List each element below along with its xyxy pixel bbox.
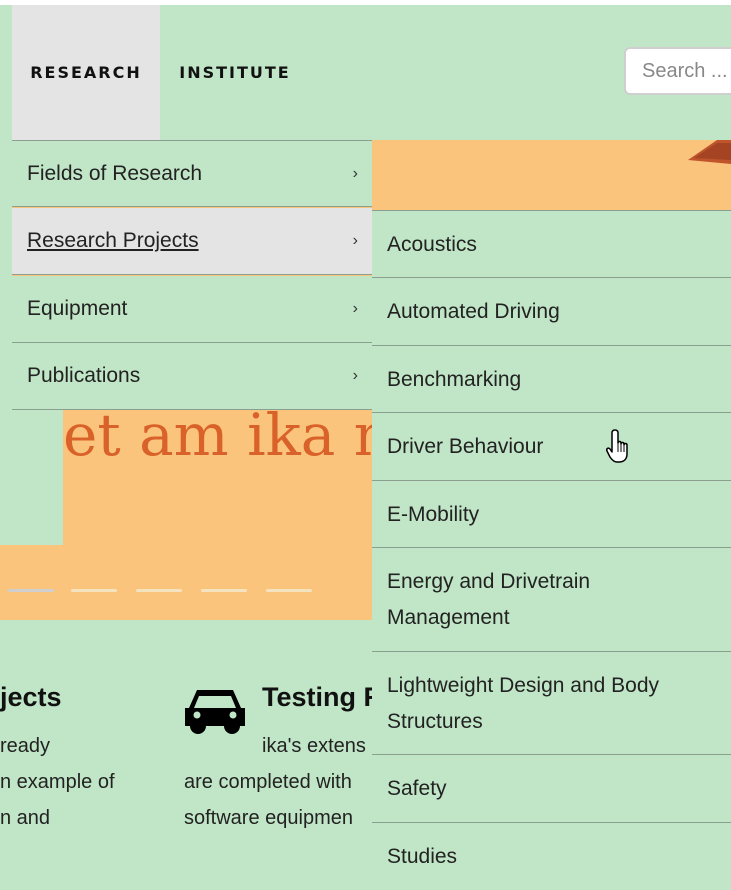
submenu-item-automated-driving[interactable]: Automated Driving: [372, 277, 731, 345]
chevron-right-icon: ›: [352, 232, 358, 249]
submenu-item-safety[interactable]: Safety: [372, 754, 731, 822]
menu-item-label: Publications: [27, 364, 141, 387]
search-input[interactable]: Search ...: [624, 47, 731, 95]
submenu-item-label: Energy and Drivetrain Management: [387, 569, 591, 629]
submenu-item-label: Lightweight Design and Body Structures: [387, 673, 660, 733]
submenu-item-energy-drivetrain[interactable]: Energy and Drivetrain Management: [372, 547, 731, 651]
hero-image-bottom: [0, 545, 372, 620]
decoration-icon: [688, 140, 731, 164]
search-placeholder: Search ...: [642, 59, 728, 82]
menu-item-equipment[interactable]: Equipment ›: [12, 276, 372, 343]
submenu-item-label: E-Mobility: [387, 502, 480, 526]
submenu-item-label: Studies: [387, 844, 458, 868]
submenu-item-studies[interactable]: Studies: [372, 822, 731, 890]
menu-item-label: Research Projects: [27, 229, 199, 252]
submenu-item-driver-behaviour[interactable]: Driver Behaviour: [372, 412, 731, 480]
hero-gap: [0, 395, 63, 545]
nav-research[interactable]: RESEARCH: [12, 5, 160, 140]
projects-line-3: n and: [0, 807, 51, 829]
testing-line-1: ika's extens: [262, 735, 366, 757]
submenu-item-label: Safety: [387, 776, 447, 800]
chevron-right-icon: ›: [352, 300, 358, 317]
projects-line-2: n example of: [0, 771, 115, 793]
carousel-dot-4[interactable]: [201, 589, 247, 592]
submenu-item-label: Benchmarking: [387, 367, 522, 391]
submenu-item-lightweight-design[interactable]: Lightweight Design and Body Structures: [372, 651, 731, 755]
submenu-item-benchmarking[interactable]: Benchmarking: [372, 345, 731, 413]
carousel-dot-1[interactable]: [8, 589, 54, 592]
submenu-item-e-mobility[interactable]: E-Mobility: [372, 480, 731, 548]
hero-headline: et am ika mi: [63, 401, 372, 469]
testing-heading: Testing F: [262, 682, 372, 712]
carousel-dot-5[interactable]: [266, 589, 312, 592]
carousel-dot-3[interactable]: [136, 589, 182, 592]
carousel-dot-2[interactable]: [71, 589, 117, 592]
menu-item-research-projects[interactable]: Research Projects ›: [12, 208, 372, 275]
menu-item-label: Fields of Research: [27, 161, 203, 185]
chevron-right-icon: ›: [352, 367, 358, 384]
testing-line-3: software equipmen: [184, 807, 353, 829]
submenu-item-label: Automated Driving: [387, 299, 560, 323]
hero-image-right: [372, 140, 731, 210]
nav-institute[interactable]: INSTITUTE: [160, 5, 310, 140]
testing-line-2: are completed with: [184, 771, 352, 793]
projects-line-1: ready: [0, 735, 51, 757]
menu-item-publications[interactable]: Publications ›: [12, 343, 372, 410]
car-icon: [185, 690, 245, 734]
submenu-item-label: Driver Behaviour: [387, 434, 544, 458]
submenu-item-label: Acoustics: [387, 232, 477, 256]
chevron-right-icon: ›: [352, 164, 358, 182]
submenu-item-acoustics[interactable]: Acoustics: [372, 210, 731, 278]
projects-heading: jects: [0, 682, 62, 712]
menu-item-label: Equipment: [27, 297, 128, 320]
menu-item-fields-of-research[interactable]: Fields of Research ›: [12, 140, 372, 207]
hand-cursor-icon: [606, 429, 628, 463]
